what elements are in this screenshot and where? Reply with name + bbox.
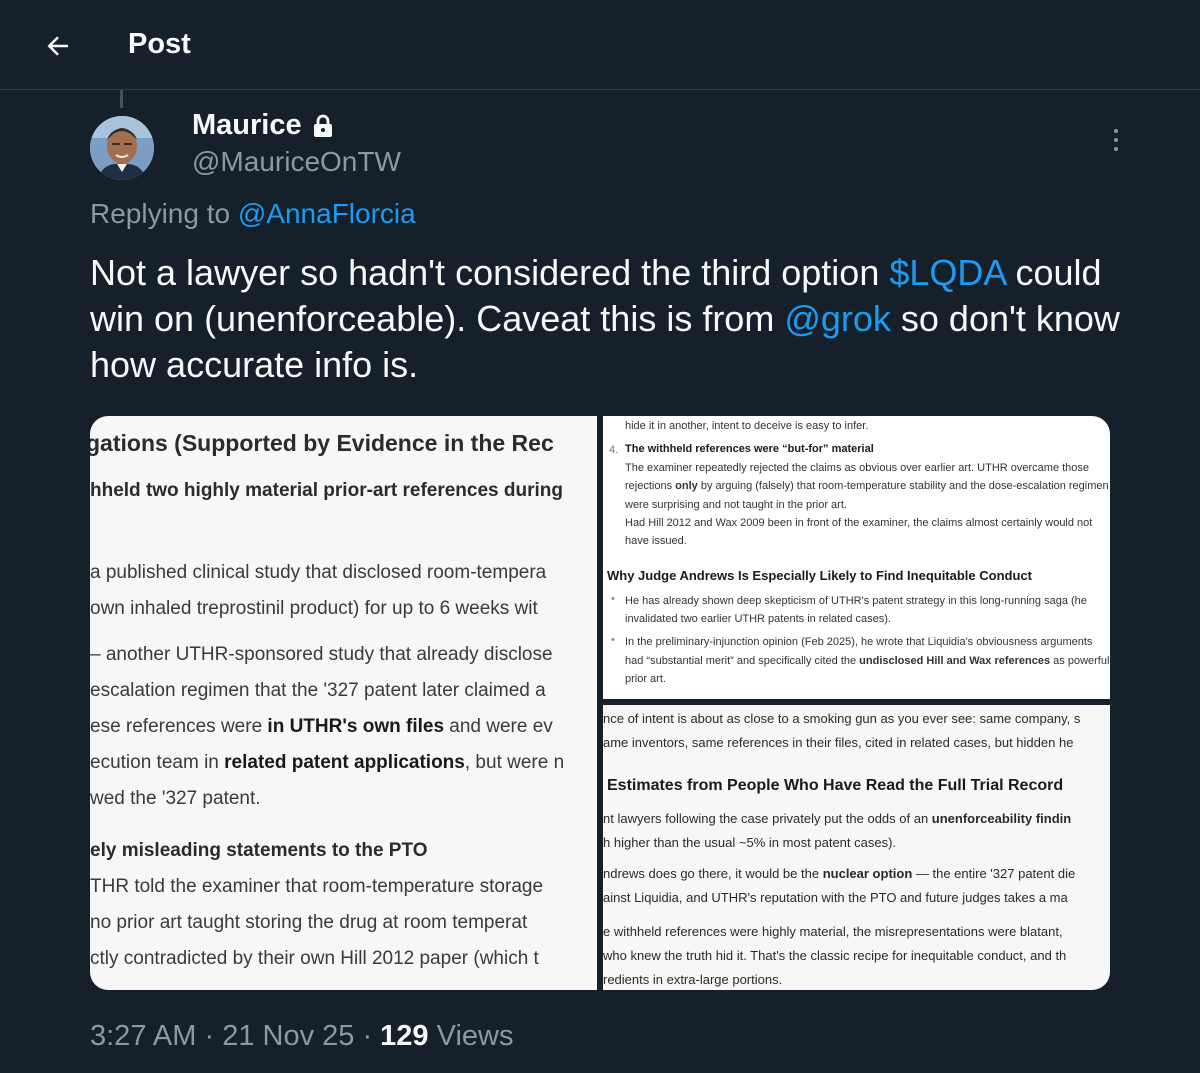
lock-icon bbox=[313, 114, 332, 137]
back-button[interactable] bbox=[36, 26, 80, 66]
post-meta: 3:27 AM · 21 Nov 25 · 129 Views bbox=[90, 1020, 514, 1052]
reply-mention-link[interactable]: @AnnaFlorcia bbox=[238, 198, 416, 229]
avatar[interactable] bbox=[90, 116, 154, 180]
top-bar: Post bbox=[0, 0, 1200, 90]
arrow-left-icon bbox=[47, 36, 68, 56]
author-name[interactable]: Maurice bbox=[192, 109, 334, 142]
more-dots-icon bbox=[1114, 129, 1118, 133]
avatar-image bbox=[90, 116, 154, 180]
author-handle[interactable]: @MauriceOnTW bbox=[192, 146, 401, 178]
media-image-left[interactable]: gations (Supported by Evidence in the Re… bbox=[90, 416, 597, 990]
thread-connector bbox=[120, 90, 123, 108]
views-label: Views bbox=[428, 1020, 514, 1052]
replying-to: Replying to @AnnaFlorcia bbox=[90, 198, 416, 229]
tweet-text: Not a lawyer so hadn't considered the th… bbox=[90, 252, 1120, 385]
cashtag-link[interactable]: $LQDA bbox=[889, 252, 1005, 293]
post-date[interactable]: 21 Nov 25 bbox=[222, 1020, 354, 1052]
media-grid: gations (Supported by Evidence in the Re… bbox=[90, 416, 1110, 990]
more-options-button[interactable] bbox=[1100, 124, 1132, 156]
grok-mention-link[interactable]: @grok bbox=[784, 298, 891, 339]
views-count: 129 bbox=[380, 1020, 429, 1052]
media-image-top-right[interactable]: hide it in another, intent to deceive is… bbox=[603, 416, 1110, 699]
page-title: Post bbox=[128, 28, 191, 60]
media-image-bottom-right[interactable]: nce of intent is about as close to a smo… bbox=[603, 705, 1110, 990]
post-time[interactable]: 3:27 AM bbox=[90, 1020, 196, 1052]
